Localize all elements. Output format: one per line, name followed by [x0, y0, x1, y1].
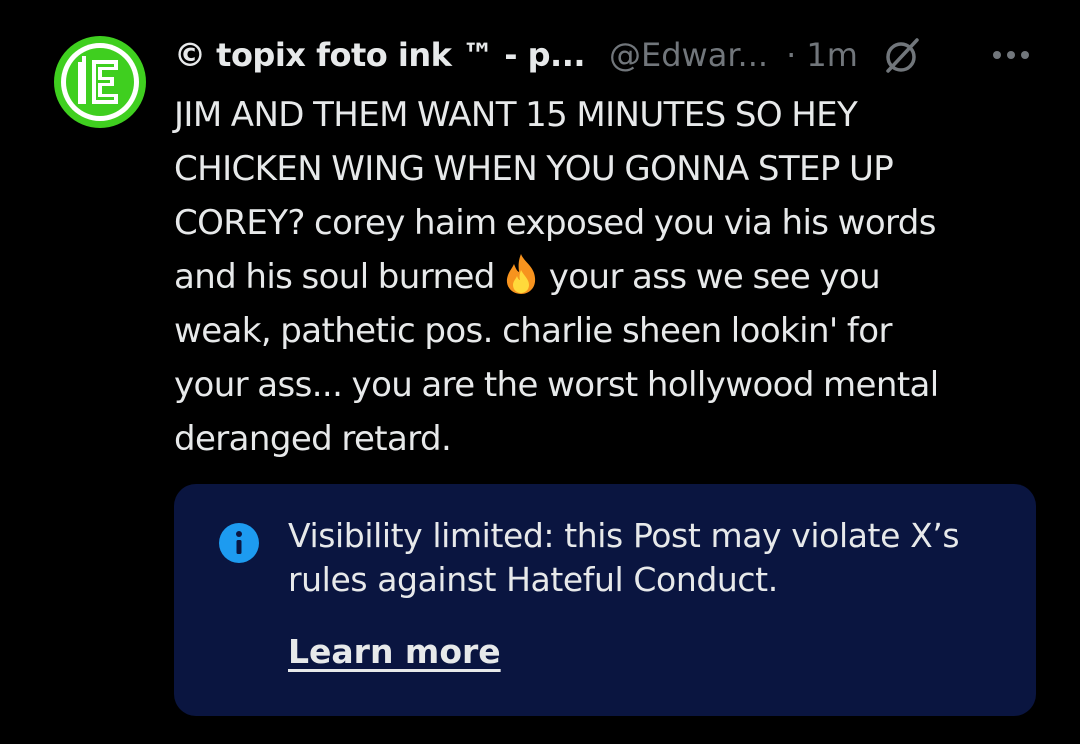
author-display-name[interactable]: © topix foto ink ™ - p...	[174, 30, 586, 80]
post-header: © topix foto ink ™ - p... @Edwar... · 1m	[174, 30, 1054, 80]
post-text: JIM AND THEM WANT 15 MINUTES SO HEY CHIC…	[174, 88, 1034, 466]
post-timestamp[interactable]: · 1m	[786, 30, 858, 80]
post-text-line: deranged retard.	[174, 419, 452, 459]
post-text-line: JIM AND THEM WANT 15 MINUTES SO HEY	[174, 95, 858, 135]
notice-line: Visibility limited: this Post may violat…	[288, 516, 960, 555]
notice-message: Visibility limited: this Post may violat…	[288, 514, 1008, 602]
post-text-segment: and his soul burned	[174, 257, 495, 297]
avatar[interactable]	[52, 34, 148, 130]
grok-icon[interactable]	[880, 34, 922, 76]
post-text-line: CHICKEN WING WHEN YOU GONNA STEP UP	[174, 149, 894, 189]
post-text-line: weak, pathetic pos. charlie sheen lookin…	[174, 311, 892, 351]
notice-line: rules against Hateful Conduct.	[288, 560, 778, 599]
post-text-segment: your ass we see you	[548, 257, 881, 297]
fire-emoji-icon	[506, 254, 535, 294]
post[interactable]: © topix foto ink ™ - p... @Edwar... · 1m…	[0, 0, 1080, 744]
visibility-notice: Visibility limited: this Post may violat…	[174, 484, 1036, 716]
learn-more-link[interactable]: Learn more	[288, 630, 501, 674]
author-handle[interactable]: @Edwar...	[609, 30, 768, 80]
more-icon[interactable]	[986, 40, 1036, 70]
post-text-line: COREY? corey haim exposed you via his wo…	[174, 203, 937, 243]
post-text-line: your ass... you are the worst hollywood …	[174, 365, 939, 405]
post-text-line-with-emoji: and his soul burned your ass we see you	[174, 250, 1034, 304]
info-icon	[219, 523, 259, 563]
